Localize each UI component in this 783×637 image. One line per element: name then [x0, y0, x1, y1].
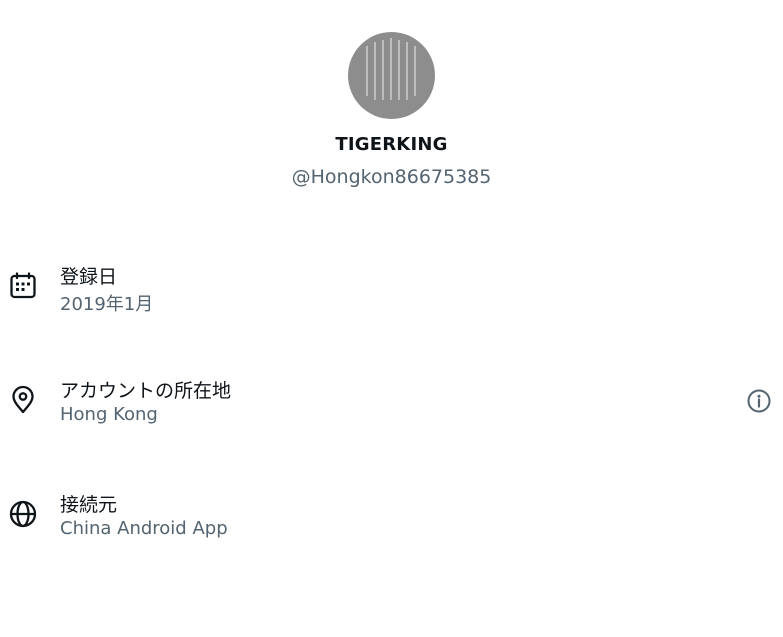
account-location-label: アカウントの所在地 — [60, 380, 232, 402]
display-name: TIGERKING — [335, 134, 448, 155]
connected-via-value: China Android App — [60, 518, 228, 539]
account-location-row: アカウントの所在地 Hong Kong — [0, 376, 783, 436]
avatar[interactable] — [348, 32, 435, 119]
profile-header: TIGERKING @Hongkon86675385 — [0, 32, 783, 188]
info-circle-icon[interactable] — [746, 388, 772, 414]
joined-label: 登録日 — [60, 266, 118, 288]
account-location-value: Hong Kong — [60, 404, 158, 425]
joined-date-row: 登録日 2019年1月 — [0, 262, 783, 322]
account-about-page: TIGERKING @Hongkon86675385 登録日 2019年1月 ア… — [0, 0, 783, 637]
user-handle: @Hongkon86675385 — [291, 166, 492, 188]
joined-value: 2019年1月 — [60, 294, 154, 315]
globe-icon — [8, 499, 38, 529]
connected-via-label: 接続元 — [60, 494, 118, 516]
location-pin-icon — [8, 385, 38, 415]
calendar-icon — [8, 271, 38, 301]
connected-via-row: 接続元 China Android App — [0, 490, 783, 550]
